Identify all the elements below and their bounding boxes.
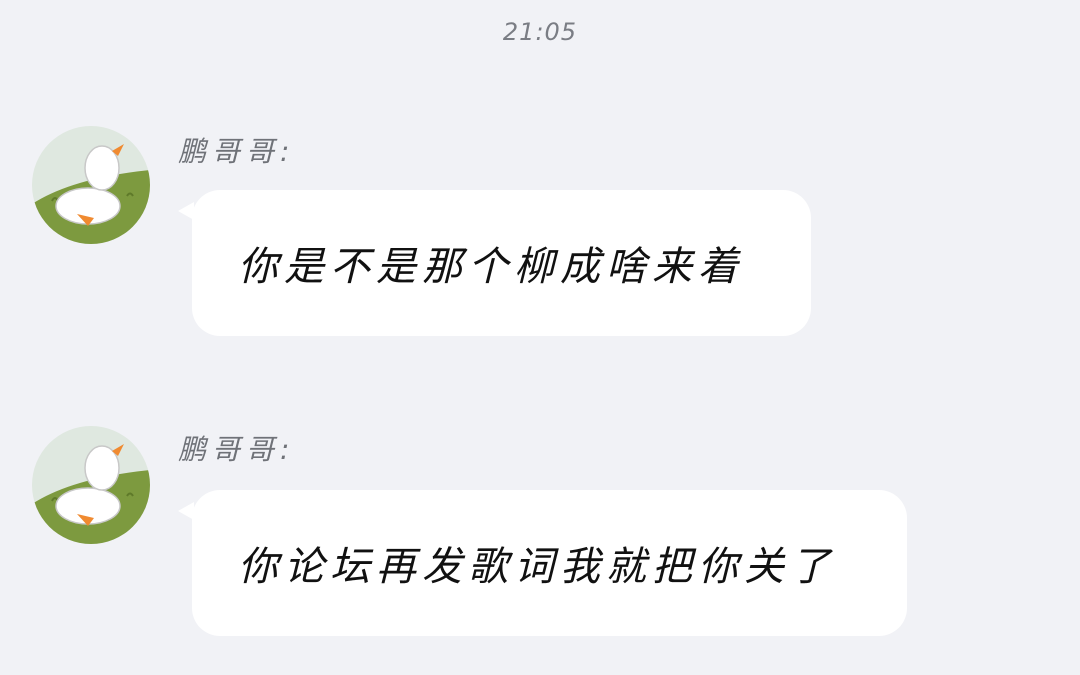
message-bubble[interactable]: 你是不是那个柳成啥来着 [178, 190, 811, 336]
message-text: 你是不是那个柳成啥来着 [238, 244, 744, 290]
bubble-tail [178, 202, 194, 220]
message-bubble[interactable]: 你论坛再发歌词我就把你关了 [178, 490, 907, 636]
duck-avatar-icon[interactable] [32, 126, 150, 244]
bubble-tail [178, 502, 194, 520]
sender-name: 鹏哥哥: [178, 433, 296, 466]
duck-avatar-icon[interactable] [32, 426, 150, 544]
message-text: 你论坛再发歌词我就把你关了 [238, 544, 836, 590]
message-timestamp: 21:05 [502, 18, 578, 46]
sender-name: 鹏哥哥: [178, 135, 296, 168]
